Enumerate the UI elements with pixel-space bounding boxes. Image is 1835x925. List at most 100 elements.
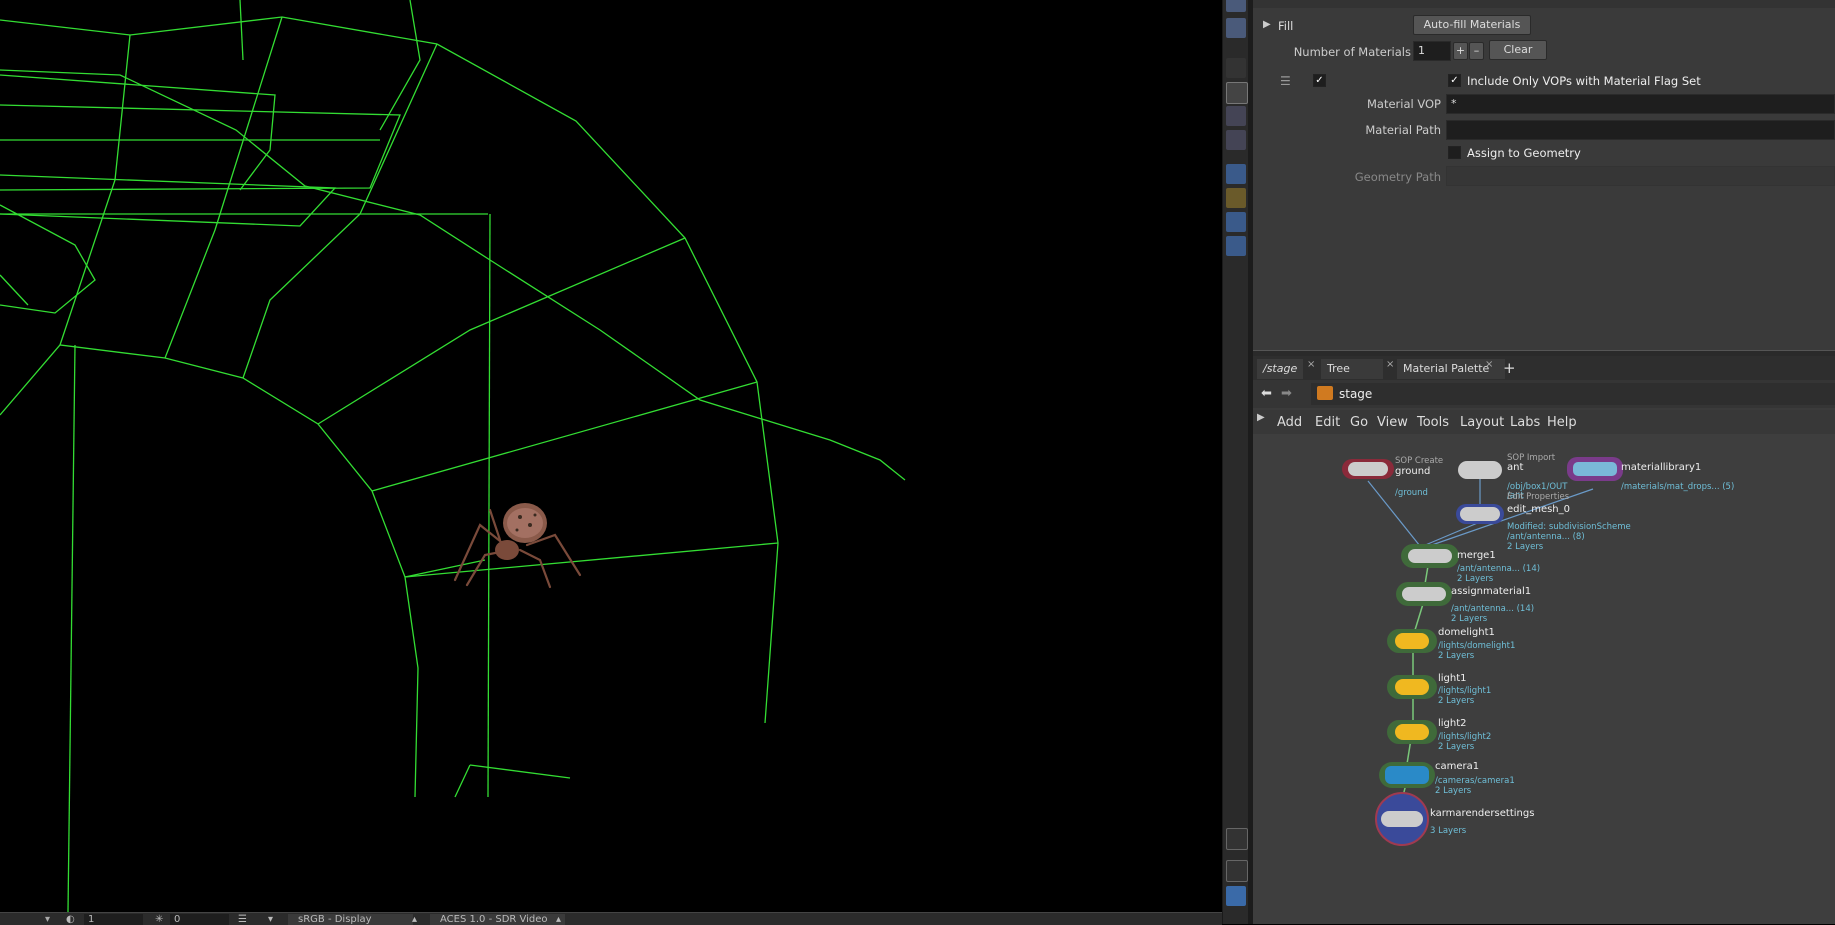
node-edit-mesh[interactable]	[1456, 504, 1504, 524]
view-tool-icon[interactable]	[1226, 0, 1246, 12]
close-icon[interactable]: ×	[1386, 359, 1394, 370]
node-graph[interactable]: SOP Create ground /ground SOP Import ant…	[1253, 434, 1835, 924]
node-ant[interactable]	[1458, 461, 1502, 479]
minus-button[interactable]: –	[1469, 42, 1484, 60]
scene-viewport[interactable]	[0, 0, 1222, 912]
node-layers-label: 2 Layers	[1507, 542, 1544, 552]
clear-button[interactable]: Clear	[1489, 40, 1547, 60]
node-name-label: karmarendersettings	[1430, 808, 1535, 819]
node-domelight[interactable]	[1387, 629, 1437, 653]
geometry-path-field	[1446, 166, 1835, 186]
fill-folder-label[interactable]: Fill	[1278, 19, 1293, 33]
dropdown-arrow-icon[interactable]: ▾	[268, 914, 273, 925]
snap-tool-icon[interactable]	[1226, 188, 1246, 208]
value-field[interactable]: 0	[170, 914, 229, 925]
node-ground[interactable]	[1342, 459, 1394, 479]
node-name-label: assignmaterial1	[1451, 586, 1532, 597]
num-materials-field[interactable]: 1	[1413, 41, 1451, 61]
dropdown-arrow-icon[interactable]: ▾	[45, 914, 50, 925]
close-icon[interactable]: ×	[1307, 359, 1315, 370]
pause-icon[interactable]	[1226, 82, 1248, 104]
display-options-icon[interactable]: ☰	[238, 914, 247, 925]
node-light2[interactable]	[1387, 720, 1437, 744]
display-tool-icon[interactable]	[1226, 212, 1246, 232]
frame-field[interactable]: 1	[84, 914, 143, 925]
node-path-label: /lights/light2	[1438, 732, 1492, 742]
menu-labs[interactable]: Labs	[1510, 415, 1540, 430]
viewport-toolstrip	[1222, 0, 1249, 924]
node-path-label: /lights/light1	[1438, 686, 1492, 696]
close-icon[interactable]: ×	[1485, 359, 1493, 370]
light-tool-icon[interactable]	[1226, 236, 1246, 256]
node-name-label: light1	[1438, 673, 1467, 684]
lightbulb-icon	[1395, 724, 1429, 740]
node-materiallibrary[interactable]	[1567, 457, 1623, 481]
node-layers-label: 2 Layers	[1451, 614, 1488, 624]
material-vop-field[interactable]: *	[1446, 94, 1835, 114]
autofill-materials-button[interactable]: Auto-fill Materials	[1413, 15, 1531, 35]
geometry-path-label: Geometry Path	[1354, 170, 1441, 184]
menu-add[interactable]: Add	[1277, 415, 1302, 430]
node-assignmaterial[interactable]	[1396, 582, 1452, 606]
node-name-label: ground	[1395, 466, 1431, 477]
render-icon[interactable]: ◐	[66, 914, 75, 925]
node-name-label: materiallibrary1	[1621, 462, 1702, 473]
menu-lines-icon[interactable]: ☰	[1280, 74, 1291, 88]
node-name-label: edit_mesh_0	[1507, 504, 1571, 515]
checkmark-icon[interactable]: ✓	[1313, 74, 1326, 87]
layout-icon[interactable]	[1226, 886, 1246, 906]
ant-model	[453, 503, 582, 589]
node-path-label: /cameras/camera1	[1435, 776, 1515, 786]
color-display-select[interactable]: sRGB - Display	[288, 914, 413, 925]
camera-tool-icon[interactable]	[1226, 18, 1246, 38]
node-camera[interactable]	[1379, 762, 1435, 788]
info-icon[interactable]	[1226, 860, 1248, 882]
menu-layout[interactable]: Layout	[1460, 415, 1504, 430]
tab-tree-view[interactable]: Tree View	[1321, 359, 1383, 395]
network-menubar: ▶ Add Edit Go View Tools Layout Labs Hel…	[1253, 410, 1835, 434]
menubar-toggle-icon[interactable]: ▶	[1257, 412, 1265, 423]
node-path-label: /ant/antenna... (14)	[1451, 604, 1535, 614]
node-path-label: /ant/antenna... (14)	[1457, 564, 1541, 574]
back-arrow-icon[interactable]: ⬅	[1261, 386, 1272, 401]
num-materials-label: Number of Materials	[1293, 45, 1411, 59]
assign-geometry-label: Assign to Geometry	[1467, 146, 1581, 160]
add-tab-icon[interactable]: +	[1503, 359, 1516, 377]
view-transform-select[interactable]: ACES 1.0 - SDR Video	[430, 914, 565, 925]
stage-icon	[1317, 386, 1333, 400]
menu-view[interactable]: View	[1377, 415, 1408, 430]
include-only-label: Include Only VOPs with Material Flag Set	[1467, 74, 1701, 88]
material-path-field[interactable]	[1446, 120, 1835, 140]
wireframe-scene	[0, 0, 906, 912]
node-path-label: /ant/antenna... (8)	[1507, 532, 1585, 542]
eye-icon[interactable]	[1226, 828, 1248, 850]
node-merge[interactable]	[1401, 544, 1459, 568]
path-field[interactable]: stage	[1311, 383, 1835, 405]
select-tool-icon[interactable]	[1226, 58, 1246, 78]
tab-stage[interactable]: /stage	[1257, 359, 1303, 379]
handle-tool-icon[interactable]	[1226, 130, 1246, 150]
pane-tabs: /stage × Tree View × Material Palette × …	[1253, 356, 1835, 395]
menu-edit[interactable]: Edit	[1315, 415, 1340, 430]
node-light1[interactable]	[1387, 675, 1437, 699]
shading-tool-icon[interactable]	[1226, 164, 1246, 184]
path-bar: ⬅ ➡ stage	[1253, 380, 1835, 408]
plus-button[interactable]: +	[1453, 42, 1468, 60]
transform-tool-icon[interactable]	[1226, 106, 1246, 126]
menu-tools[interactable]: Tools	[1417, 415, 1449, 430]
node-type-label: SOP Create	[1395, 456, 1444, 466]
network-pane: /stage × Tree View × Material Palette × …	[1253, 356, 1835, 924]
menu-go[interactable]: Go	[1350, 415, 1368, 430]
node-type-label: Edit Properties	[1507, 492, 1570, 502]
assign-geometry-checkbox[interactable]	[1448, 146, 1461, 159]
node-name-label: camera1	[1435, 761, 1480, 772]
snap-icon[interactable]: ✳	[155, 914, 163, 925]
include-only-checkbox[interactable]: ✓	[1448, 74, 1461, 87]
node-layers-label: 2 Layers	[1438, 651, 1475, 661]
node-karmarendersettings[interactable]	[1375, 792, 1429, 846]
menu-help[interactable]: Help	[1547, 415, 1577, 430]
path-label: stage	[1339, 387, 1373, 401]
forward-arrow-icon[interactable]: ➡	[1281, 386, 1292, 401]
material-path-label: Material Path	[1365, 123, 1441, 137]
fill-expand-icon[interactable]: ▶	[1263, 19, 1271, 30]
